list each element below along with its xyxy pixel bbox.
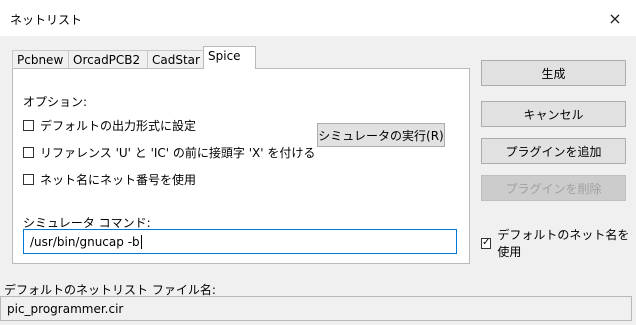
add-plugin-button[interactable]: プラグインを追加: [481, 138, 626, 164]
net-number-checkbox[interactable]: [23, 174, 34, 185]
simulator-command-input[interactable]: /usr/bin/gnucap -b: [23, 229, 457, 254]
run-simulator-button[interactable]: シミュレータの実行(R): [317, 123, 445, 147]
window-title: ネットリスト: [10, 13, 83, 27]
tab-pcbnew[interactable]: Pcbnew: [12, 50, 69, 68]
generate-button[interactable]: 生成: [481, 60, 626, 86]
title-bar: ネットリスト ×: [0, 0, 636, 36]
use-default-netname-checkbox[interactable]: ✓: [481, 237, 492, 249]
net-number-label: ネット名にネット番号を使用: [40, 173, 197, 187]
prefix-x-option[interactable]: リファレンス 'U' と 'IC' の前に接頭字 'X' を付ける: [23, 144, 315, 161]
default-format-option[interactable]: デフォルトの出力形式に設定: [23, 117, 196, 134]
prefix-x-label: リファレンス 'U' と 'IC' の前に接頭字 'X' を付ける: [40, 146, 316, 160]
remove-plugin-button[interactable]: プラグインを削除: [481, 175, 626, 201]
close-icon[interactable]: ×: [594, 0, 636, 36]
net-number-option[interactable]: ネット名にネット番号を使用: [23, 171, 196, 188]
default-format-label: デフォルトの出力形式に設定: [40, 119, 197, 133]
use-default-netname-option[interactable]: ✓ デフォルトのネット名を使用: [481, 226, 636, 260]
tab-orcadpcb2[interactable]: OrcadPCB2: [68, 50, 148, 68]
prefix-x-checkbox[interactable]: [23, 147, 34, 158]
close-glyph: ×: [608, 8, 622, 28]
tab-spice[interactable]: Spice: [203, 46, 256, 69]
tab-cadstar[interactable]: CadStar: [147, 50, 204, 68]
use-default-netname-label: デフォルトのネット名を使用: [497, 228, 630, 259]
spice-options-panel: オプション: デフォルトの出力形式に設定 リファレンス 'U' と 'IC' の…: [12, 68, 470, 264]
default-filename-value: pic_programmer.cir: [7, 301, 124, 316]
options-heading: オプション:: [23, 95, 88, 109]
default-format-checkbox[interactable]: [23, 120, 34, 131]
cancel-button[interactable]: キャンセル: [481, 101, 626, 127]
default-filename-field: pic_programmer.cir: [0, 296, 632, 321]
text-caret: [140, 234, 142, 249]
simulator-command-value: /usr/bin/gnucap -b: [30, 234, 140, 249]
